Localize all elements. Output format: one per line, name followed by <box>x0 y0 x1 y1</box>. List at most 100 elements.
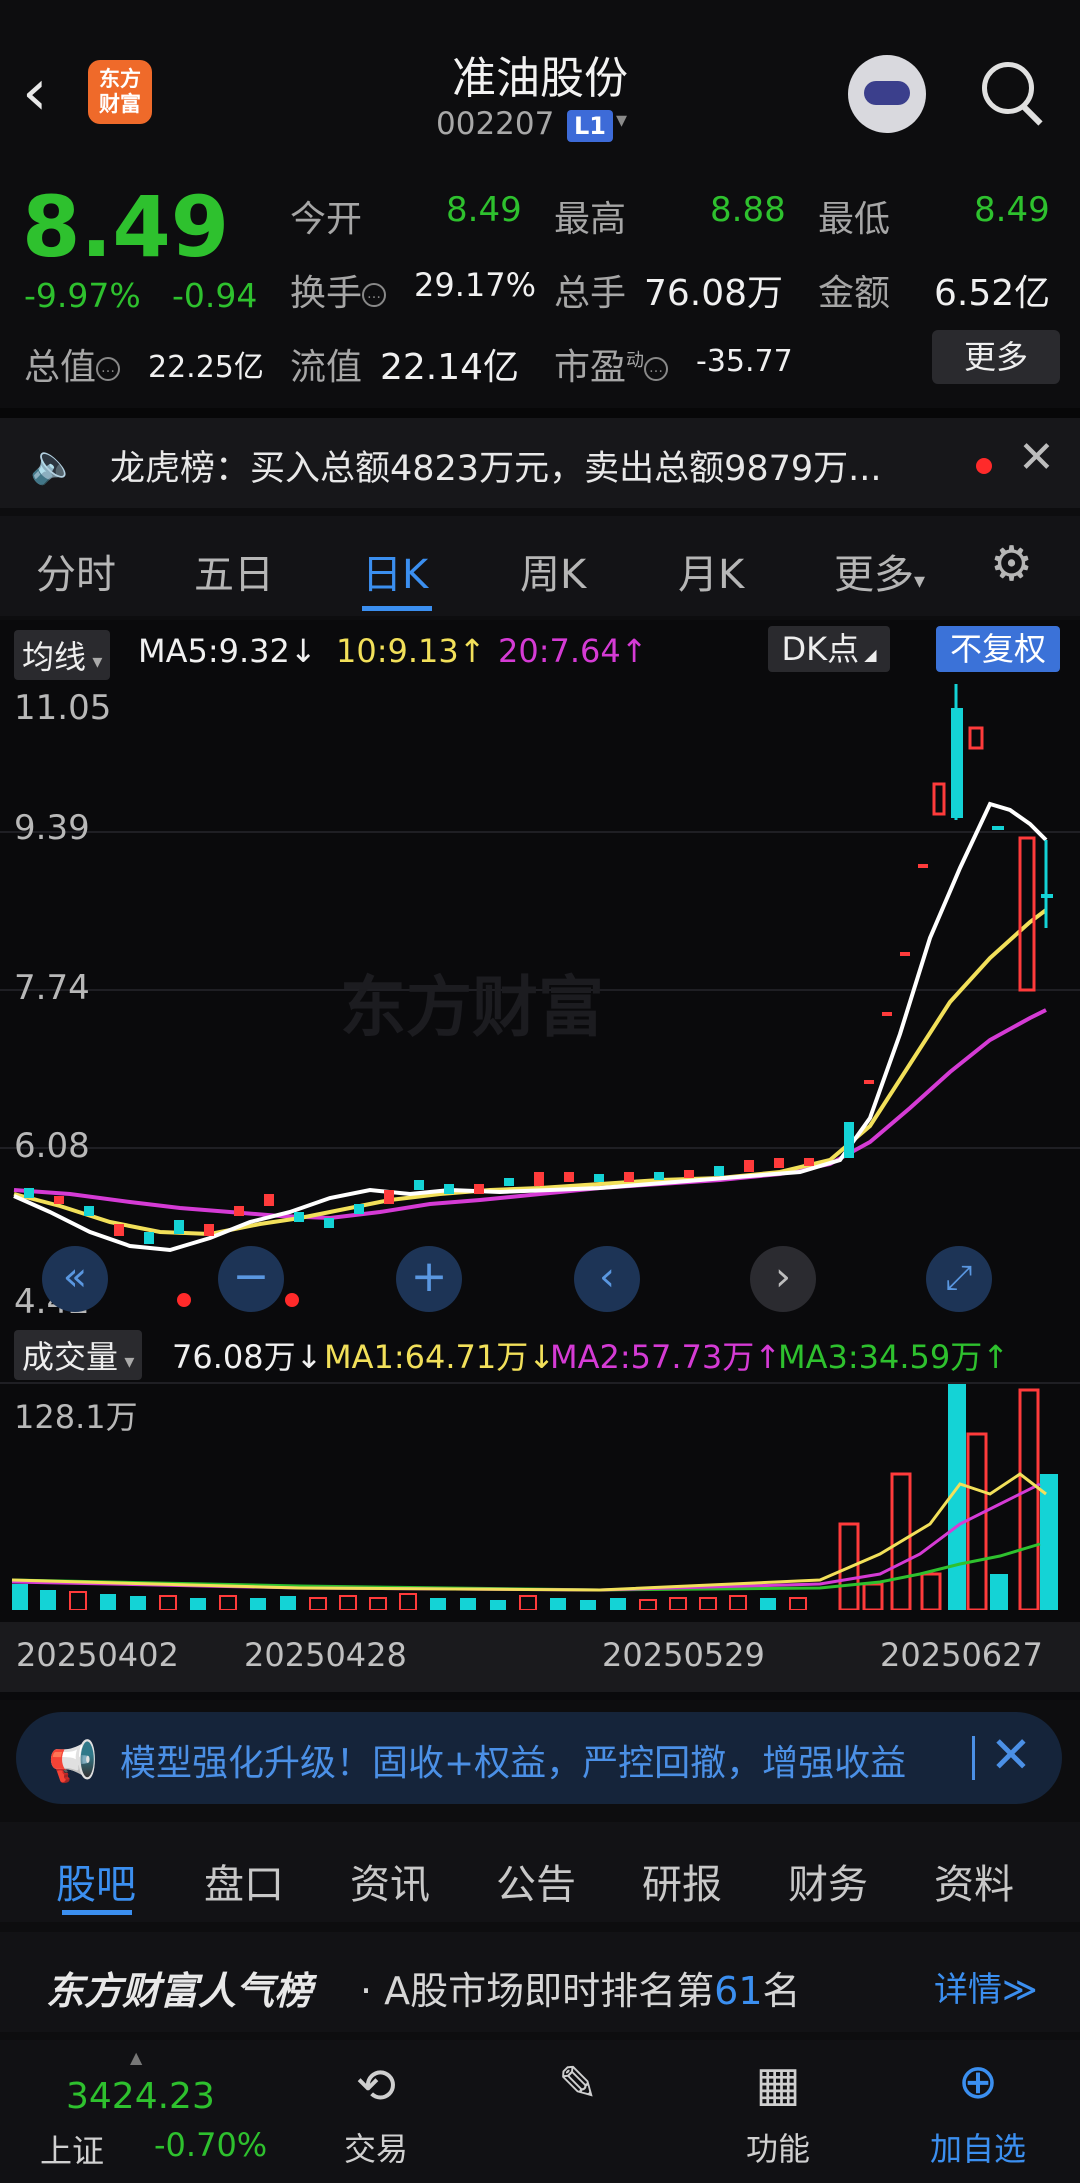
candle <box>951 708 963 818</box>
candle <box>384 1190 394 1204</box>
stock-code: 002207 <box>436 106 555 142</box>
candle <box>354 1204 364 1214</box>
zoom-in-icon[interactable]: + <box>396 1246 462 1312</box>
amount-value: 6.52亿 <box>934 273 1051 314</box>
ma20-value: 20:7.64↑ <box>498 632 648 670</box>
candle <box>774 1158 784 1168</box>
tab-five-day[interactable]: 五日 <box>194 542 274 600</box>
candle <box>534 1172 544 1186</box>
high-label: 最高 <box>554 199 627 240</box>
divider <box>0 408 1080 418</box>
ma5-value: MA5:9.32↓ <box>138 632 317 670</box>
tab-guba[interactable]: 股吧 <box>56 1852 136 1910</box>
active-tab-indicator <box>362 606 432 611</box>
edit-icon[interactable]: ✎ <box>508 2056 648 2112</box>
index-change[interactable]: -0.70% <box>154 2126 267 2164</box>
ma-legend: 均线 ▾ MA5:9.32↓ 10:9.13↑ 20:7.64↑ <box>0 628 1080 680</box>
rewind-icon[interactable]: « <box>42 1246 108 1312</box>
low-label: 最低 <box>818 199 891 240</box>
volume-chip[interactable]: 成交量 ▾ <box>14 1330 143 1380</box>
info-icon[interactable]: … <box>644 357 669 381</box>
tab-more[interactable]: 更多▾ <box>834 542 925 600</box>
date-label: 20250428 <box>244 1636 407 1674</box>
notice-text[interactable]: 龙虎榜：买入总额4823万元，卖出总额9879万... <box>110 440 950 491</box>
tab-profile[interactable]: 资料 <box>934 1852 1014 1910</box>
tab-minute[interactable]: 分时 <box>36 542 116 600</box>
grid-icon[interactable]: ▦ <box>708 2056 848 2112</box>
candle <box>844 1122 854 1158</box>
scroll-right-icon[interactable]: › <box>750 1246 816 1312</box>
tab-monthly-k[interactable]: 月K <box>678 542 744 600</box>
rank-text: · A股市场即时排名第61名 <box>360 1969 801 2013</box>
rank-detail-link[interactable]: 详情≫ <box>934 1962 1038 2011</box>
vol-ma3: MA3:34.59万↑ <box>778 1338 1010 1376</box>
scroll-left-icon[interactable]: ‹ <box>574 1246 640 1312</box>
float-value: 22.14亿 <box>380 347 520 388</box>
candle <box>144 1232 154 1244</box>
add-circle-icon[interactable]: ⊕ <box>908 2054 1048 2110</box>
candle <box>804 1158 814 1166</box>
dk-marker <box>285 1293 299 1307</box>
chevron-down-icon[interactable]: ▾ <box>616 108 627 133</box>
search-icon[interactable] <box>982 62 1034 114</box>
popularity-rank[interactable]: 东方财富人气榜 · A股市场即时排名第61名 详情≫ <box>0 1932 1080 2032</box>
candle <box>1018 836 1036 992</box>
pe-label: 市盈动… <box>554 338 669 390</box>
index-value[interactable]: 3424.23 <box>66 2076 215 2117</box>
tab-research[interactable]: 研报 <box>642 1852 722 1910</box>
low-value: 8.49 <box>974 190 1050 230</box>
more-button[interactable]: 更多 <box>932 330 1060 384</box>
date-label: 20250627 <box>880 1636 1043 1674</box>
y-label: 6.08 <box>14 1126 90 1166</box>
close-icon[interactable]: ✕ <box>990 1726 1032 1784</box>
close-icon[interactable]: ✕ <box>1018 432 1055 483</box>
candle <box>968 726 984 750</box>
adjust-button[interactable]: 不复权 <box>936 626 1060 672</box>
candle <box>684 1170 694 1178</box>
dk-point-button[interactable]: DK点 ◢ <box>768 626 890 672</box>
info-tabs: 股吧 盘口 资讯 公告 研报 财务 资料 <box>0 1822 1080 1922</box>
candle <box>564 1172 574 1182</box>
index-name[interactable]: 上证 <box>40 2126 104 2172</box>
fullscreen-icon[interactable]: ⤢ <box>926 1246 992 1312</box>
y-label-top: 11.05 <box>14 688 112 728</box>
vol-ma2: MA2:57.73万↑ <box>550 1338 782 1376</box>
ma10-line <box>13 908 1048 1237</box>
promo-text[interactable]: 模型强化升级！固收+权益，严控回撤，增强收益 <box>120 1734 980 1786</box>
gear-icon[interactable]: ⚙ <box>990 540 1034 588</box>
active-tab-indicator <box>62 1910 132 1915</box>
candle <box>624 1172 634 1182</box>
tab-daily-k[interactable]: 日K <box>362 542 428 600</box>
tab-news[interactable]: 资讯 <box>350 1852 430 1910</box>
candle <box>84 1206 94 1216</box>
tab-announcements[interactable]: 公告 <box>496 1852 576 1910</box>
tab-pankou[interactable]: 盘口 <box>204 1852 284 1910</box>
info-icon[interactable]: … <box>96 357 121 381</box>
candle <box>414 1180 424 1190</box>
watermark: 东方财富 <box>340 969 604 1046</box>
bottom-nav: ▲ 3424.23 上证 -0.70% ⟲ 交易 ✎ ▦ 功能 ⊕ 加自选 <box>0 2040 1080 2183</box>
tab-weekly-k[interactable]: 周K <box>520 542 586 600</box>
zoom-out-icon[interactable]: − <box>218 1246 284 1312</box>
candle <box>264 1194 274 1206</box>
volume-bars <box>12 1384 1058 1610</box>
dk-marker <box>177 1293 191 1307</box>
trade-label[interactable]: 交易 <box>306 2124 446 2170</box>
function-label[interactable]: 功能 <box>708 2124 848 2170</box>
notice-bar[interactable]: 🔈 龙虎榜：买入总额4823万元，卖出总额9879万... ✕ <box>0 418 1080 508</box>
level-badge[interactable]: L1 <box>567 110 613 142</box>
candle <box>594 1174 604 1182</box>
candle <box>294 1212 304 1222</box>
amount-label: 金额 <box>818 273 891 314</box>
volume-svg <box>11 1384 1058 1610</box>
info-icon[interactable]: … <box>362 283 387 307</box>
expand-icon[interactable]: ▲ <box>130 2048 142 2067</box>
trade-icon[interactable]: ⟲ <box>306 2058 446 2114</box>
candle <box>174 1220 184 1234</box>
tab-finance[interactable]: 财务 <box>788 1852 868 1910</box>
assistant-robot-icon[interactable] <box>848 55 926 133</box>
promo-banner[interactable]: 📢 模型强化升级！固收+权益，严控回撤，增强收益 ✕ <box>16 1712 1062 1804</box>
change-percent: -9.97% <box>24 276 141 315</box>
add-watch-label[interactable]: 加自选 <box>908 2124 1048 2170</box>
candle <box>204 1224 214 1236</box>
